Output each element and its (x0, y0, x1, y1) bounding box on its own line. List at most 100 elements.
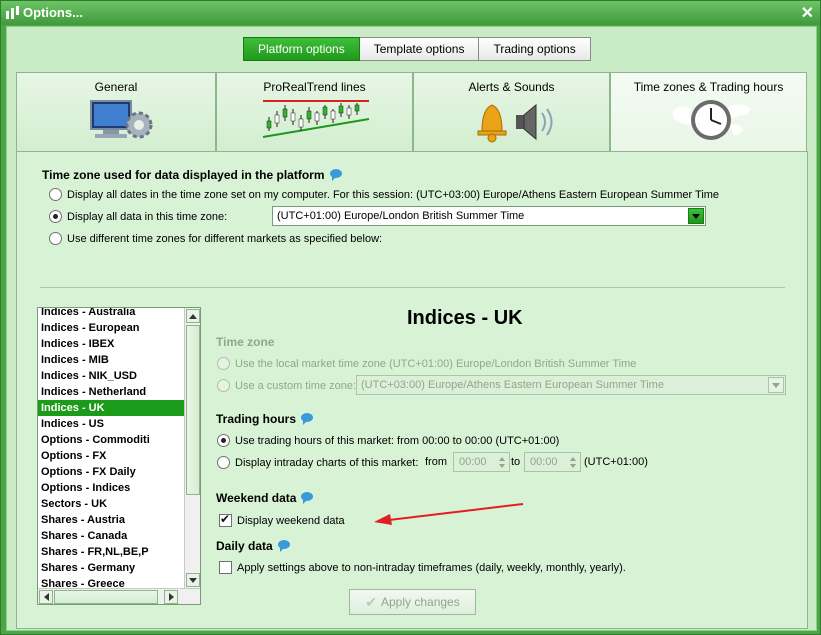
option-different-tz-label: Use different time zones for different m… (67, 232, 383, 245)
trading-hours-header-text: Trading hours (216, 412, 297, 426)
markets-list[interactable]: Indices - Australia Indices - European Ind… (37, 307, 201, 605)
section-divider (40, 287, 785, 288)
tab-general-label: General (94, 80, 138, 94)
info-bubble-icon[interactable] (329, 169, 342, 181)
list-item[interactable]: Shares - FR,NL,BE,P (38, 544, 184, 560)
stepper-down-icon[interactable] (498, 462, 508, 470)
list-item[interactable]: Options - FX Daily (38, 464, 184, 480)
radio-different-tz[interactable] (49, 232, 62, 245)
radio-this-tz[interactable] (49, 210, 62, 223)
checkmark-icon: ✔ (365, 593, 377, 610)
list-item[interactable]: Indices - Australia (38, 308, 184, 320)
stepper-up-icon[interactable] (569, 454, 579, 462)
radio-computer-tz[interactable] (49, 188, 62, 201)
apply-changes-button[interactable]: ✔ Apply changes (349, 589, 476, 615)
close-icon[interactable]: ✕ (801, 3, 814, 23)
daily-data-label: Apply settings above to non-intraday tim… (237, 561, 626, 574)
from-time-value: 00:00 (459, 456, 487, 468)
scroll-right-button[interactable] (164, 590, 178, 604)
stepper-up-icon[interactable] (498, 454, 508, 462)
window-title: Options... (23, 5, 83, 20)
radio-use-trading-hours[interactable] (217, 434, 230, 447)
tz-suffix-label: (UTC+01:00) (584, 456, 648, 468)
list-item[interactable]: Options - Indices (38, 480, 184, 496)
list-item[interactable]: Indices - UK (38, 400, 184, 416)
list-item[interactable]: Indices - Netherland (38, 384, 184, 400)
option-custom-tz[interactable]: Use a custom time zone: (217, 379, 356, 392)
tab-general[interactable]: General (16, 72, 216, 151)
timezone-select-value: (UTC+01:00) Europe/London British Summer… (277, 210, 525, 222)
tab-trading-options[interactable]: Trading options (479, 37, 591, 61)
options-window: Options... ✕ Platform options Template o… (0, 0, 821, 635)
title-bar: Options... ✕ (1, 1, 820, 25)
timezone-section-title: Time zone used for data displayed in the… (42, 168, 342, 182)
list-item[interactable]: Options - Commoditi (38, 432, 184, 448)
daily-data-header-text: Daily data (216, 539, 273, 553)
scroll-up-button[interactable] (186, 309, 200, 323)
chevron-down-icon[interactable] (688, 208, 704, 224)
tab-prorealtrend-lines[interactable]: ProRealTrend lines (216, 72, 413, 151)
trend-chart-icon (262, 100, 370, 138)
scroll-thumb[interactable] (186, 325, 200, 495)
list-item[interactable]: Indices - European (38, 320, 184, 336)
tab-time-zones[interactable]: Time zones & Trading hours (610, 72, 807, 152)
radio-intraday[interactable] (217, 456, 230, 469)
info-bubble-icon[interactable] (301, 492, 314, 504)
option-intraday[interactable]: Display intraday charts of this market: (217, 456, 418, 469)
radio-local-tz[interactable] (217, 357, 230, 370)
market-title: Indices - UK (407, 307, 523, 329)
scroll-down-button[interactable] (186, 573, 200, 587)
option-local-tz[interactable]: Use the local market time zone (UTC+01:0… (217, 357, 636, 370)
daily-data-header: Daily data (216, 539, 290, 553)
top-tab-bar: Platform options Template options Tradin… (243, 37, 591, 61)
option-computer-tz-label: Display all dates in the time zone set o… (67, 188, 720, 201)
radio-custom-tz[interactable] (217, 379, 230, 392)
list-item[interactable]: Options - FX (38, 448, 184, 464)
custom-tz-value: (UTC+03:00) Europe/Athens Eastern Europe… (361, 379, 664, 391)
daily-data-option[interactable]: Apply settings above to non-intraday tim… (219, 561, 626, 574)
clock-world-icon (672, 100, 751, 140)
option-different-tz[interactable]: Use different time zones for different m… (49, 232, 382, 245)
list-item[interactable]: Shares - Austria (38, 512, 184, 528)
weekend-data-option[interactable]: Display weekend data (219, 512, 345, 527)
tab-alerts-label: Alerts & Sounds (468, 80, 555, 94)
weekend-data-checkbox[interactable] (219, 512, 232, 527)
options-client: Platform options Template options Tradin… (6, 26, 817, 631)
list-item[interactable]: Indices - US (38, 416, 184, 432)
monitor-gear-icon (90, 100, 153, 139)
option-this-tz[interactable]: Display all data in this time zone: (49, 210, 227, 223)
stepper-down-icon[interactable] (569, 462, 579, 470)
info-bubble-icon[interactable] (277, 540, 290, 552)
markets-horizontal-scrollbar[interactable] (38, 588, 200, 604)
timezone-select[interactable]: (UTC+01:00) Europe/London British Summer… (272, 206, 706, 226)
option-computer-tz[interactable]: Display all dates in the time zone set o… (49, 188, 719, 201)
bell-speaker-icon (477, 103, 553, 143)
markets-vertical-scrollbar[interactable] (184, 308, 200, 588)
option-local-tz-label: Use the local market time zone (UTC+01:0… (235, 357, 637, 370)
list-item[interactable]: Indices - IBEX (38, 336, 184, 352)
tab-template-options[interactable]: Template options (359, 37, 480, 61)
weekend-data-header: Weekend data (216, 491, 314, 505)
tab-alerts-sounds[interactable]: Alerts & Sounds (413, 72, 610, 151)
scroll-left-button[interactable] (39, 590, 53, 604)
tab-platform-options[interactable]: Platform options (243, 37, 360, 61)
from-time-stepper[interactable]: 00:00 (453, 452, 510, 472)
chart-app-icon (6, 6, 19, 19)
chevron-down-icon[interactable] (768, 377, 784, 393)
daily-data-checkbox[interactable] (219, 561, 232, 574)
hscroll-thumb[interactable] (54, 590, 158, 604)
option-use-trading-hours[interactable]: Use trading hours of this market: from 0… (217, 434, 559, 447)
info-bubble-icon[interactable] (301, 413, 314, 425)
custom-tz-select[interactable]: (UTC+03:00) Europe/Athens Eastern Europe… (356, 375, 786, 395)
list-item[interactable]: Sectors - UK (38, 496, 184, 512)
tab-time-zones-label: Time zones & Trading hours (633, 80, 784, 94)
to-time-stepper[interactable]: 00:00 (524, 452, 581, 472)
list-item[interactable]: Indices - MIB (38, 352, 184, 368)
markets-list-items: Indices - Australia Indices - European Ind… (38, 308, 184, 592)
time-zone-header: Time zone (216, 335, 275, 349)
tab-prorealtrend-label: ProRealTrend lines (263, 80, 366, 94)
list-item[interactable]: Shares - Germany (38, 560, 184, 576)
list-item[interactable]: Indices - NIK_USD (38, 368, 184, 384)
list-item[interactable]: Shares - Canada (38, 528, 184, 544)
from-label: from (425, 456, 447, 468)
